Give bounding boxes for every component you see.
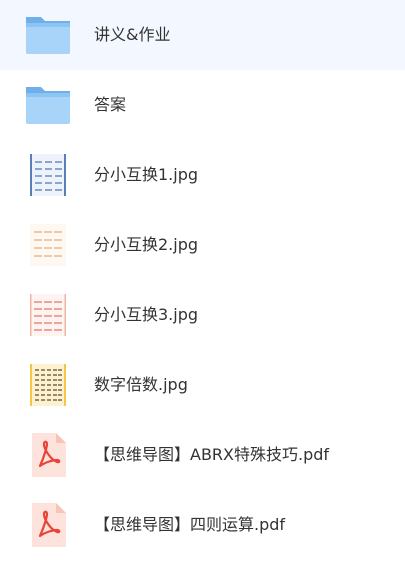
file-name: 答案: [94, 95, 127, 114]
image-file-icon: [30, 294, 66, 336]
file-row-folder-handouts[interactable]: 讲义&作业: [0, 0, 405, 70]
image-file-icon: [30, 224, 66, 266]
file-name: 分小互换3.jpg: [94, 305, 199, 324]
file-name: 分小互换2.jpg: [94, 235, 199, 254]
file-row-folder-answers[interactable]: 答案: [0, 70, 405, 140]
image-file-icon: [30, 154, 66, 196]
file-row-image-2[interactable]: 分小互换2.jpg: [0, 210, 405, 280]
file-name: 讲义&作业: [94, 25, 171, 44]
image-file-icon: [30, 364, 66, 406]
file-name: 【思维导图】ABRX特殊技巧.pdf: [94, 445, 330, 464]
file-name: 【思维导图】四则运算.pdf: [94, 515, 286, 534]
pdf-file-icon: [32, 433, 66, 477]
folder-icon: [26, 87, 70, 124]
file-row-image-3[interactable]: 分小互换3.jpg: [0, 280, 405, 350]
file-name: 数字倍数.jpg: [94, 375, 188, 394]
file-name: 分小互换1.jpg: [94, 165, 199, 184]
file-list: 讲义&作业 答案 分小互换1.jpg 分小互换2.jpg 分小互换3.jpg 数…: [0, 0, 405, 561]
file-row-image-4[interactable]: 数字倍数.jpg: [0, 350, 405, 420]
file-row-pdf-1[interactable]: 【思维导图】ABRX特殊技巧.pdf: [0, 420, 405, 490]
file-row-image-1[interactable]: 分小互换1.jpg: [0, 140, 405, 210]
file-row-pdf-2[interactable]: 【思维导图】四则运算.pdf: [0, 490, 405, 560]
folder-icon: [26, 17, 70, 54]
pdf-file-icon: [32, 503, 66, 547]
